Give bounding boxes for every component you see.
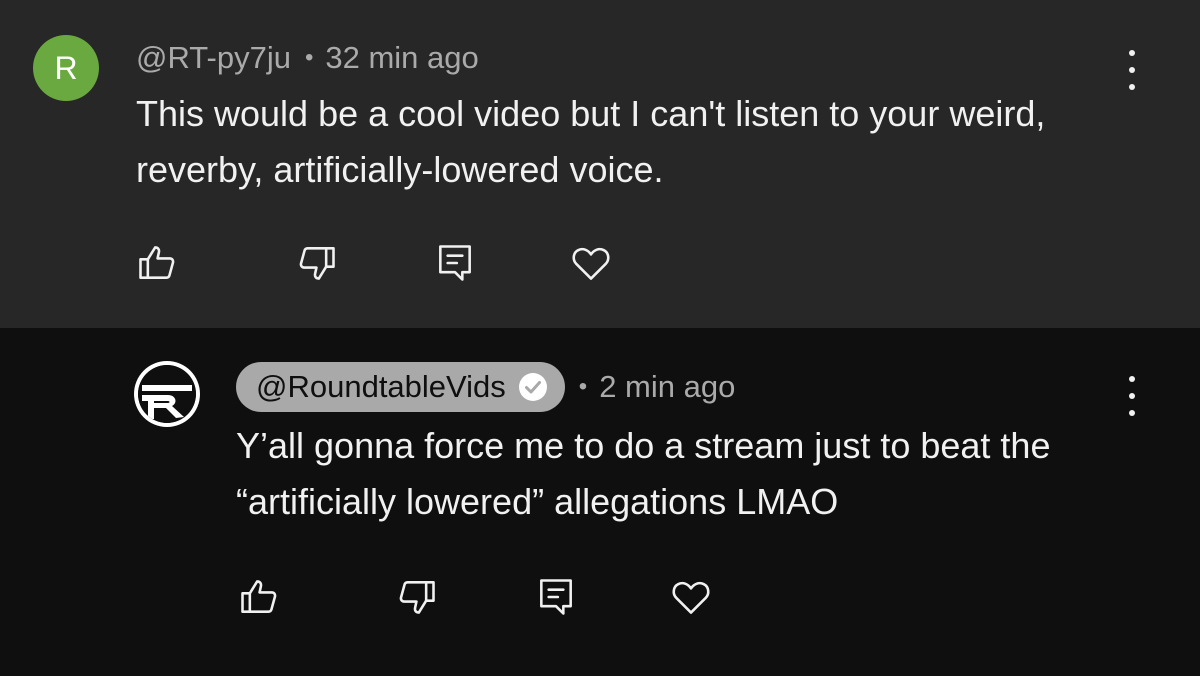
heart-icon xyxy=(572,247,610,280)
avatar[interactable]: R xyxy=(33,35,99,101)
comment-reply: @RoundtableVids • 2 min ago Y’all gonna … xyxy=(0,328,1200,676)
comment-time: 32 min ago xyxy=(325,40,479,75)
roundtable-logo-icon xyxy=(138,365,196,423)
reply-button[interactable] xyxy=(432,240,478,286)
reply-button[interactable] xyxy=(533,574,579,620)
author-handle[interactable]: @RT-py7ju xyxy=(136,40,291,76)
separator-dot: • xyxy=(578,373,588,400)
heart-button[interactable] xyxy=(668,574,714,620)
comment-time: 2 min ago xyxy=(599,369,736,404)
avatar[interactable] xyxy=(134,361,200,427)
dislike-icon xyxy=(399,581,435,614)
like-icon xyxy=(241,580,277,613)
reply-icon xyxy=(439,245,471,281)
like-icon xyxy=(139,246,175,279)
reply-icon xyxy=(540,579,572,615)
heart-icon xyxy=(672,581,710,614)
heart-button[interactable] xyxy=(568,240,614,286)
verified-check-icon xyxy=(518,372,548,402)
channel-owner-badge[interactable]: @RoundtableVids xyxy=(236,362,565,412)
dislike-button[interactable] xyxy=(394,574,440,620)
like-button[interactable] xyxy=(134,240,180,286)
like-button[interactable] xyxy=(236,574,282,620)
comment-meta: @RT-py7ju • 32 min ago xyxy=(136,38,479,78)
comment-meta: @RoundtableVids • 2 min ago xyxy=(236,362,735,412)
dislike-icon xyxy=(299,247,335,280)
avatar-letter: R xyxy=(54,49,78,86)
comment-text: Y’all gonna force me to do a stream just… xyxy=(236,425,1051,522)
more-options-icon[interactable] xyxy=(1122,50,1142,90)
comment-text: This would be a cool video but I can't l… xyxy=(136,93,1046,190)
separator-dot: • xyxy=(304,44,314,71)
dislike-button[interactable] xyxy=(294,240,340,286)
author-handle: @RoundtableVids xyxy=(256,369,506,404)
more-options-icon[interactable] xyxy=(1122,376,1142,416)
comment-highlighted: R @RT-py7ju • 32 min ago This would be a… xyxy=(0,0,1200,328)
